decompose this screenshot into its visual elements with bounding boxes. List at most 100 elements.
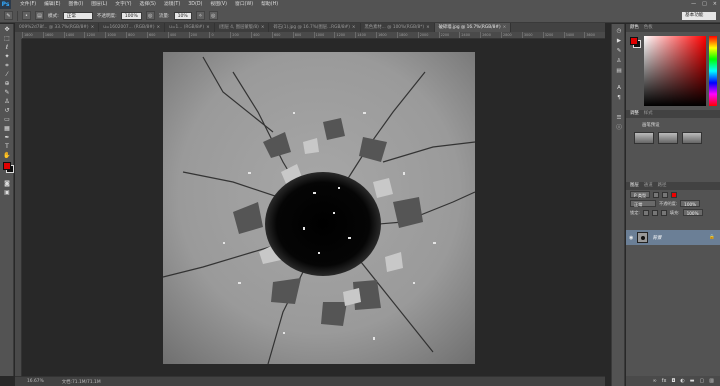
screen-mode-icon[interactable]: ▣ [2,189,12,197]
pressure-size-icon[interactable]: ◎ [208,11,218,20]
paragraph-icon[interactable]: ¶ [614,94,624,102]
menu-window[interactable]: 窗口(W) [231,0,257,9]
brush-panel-icon[interactable]: ▤ [35,11,44,20]
close-icon[interactable]: × [261,25,265,30]
hand-tool-icon[interactable]: ✋ [2,152,12,160]
foreground-color-swatch[interactable] [3,162,11,170]
marquee-tool-icon[interactable]: ⬚ [2,35,12,43]
tab-document-1[interactable]: 009%2d78f... @ 33.7%(RGB/8#) × [15,23,100,32]
airbrush-icon[interactable]: ✧ [195,11,205,20]
tab-layers[interactable]: 图层 [630,182,639,190]
brush-size-icon[interactable]: • [22,11,31,20]
menu-help[interactable]: 帮助(H) [257,0,282,9]
clone-source-icon[interactable]: ♙ [614,57,624,65]
brush-preset-1[interactable] [634,132,654,144]
link-icon[interactable]: ∞ [653,378,657,384]
minimize-button[interactable]: — [691,1,696,7]
close-icon[interactable]: × [157,25,161,30]
brush-tool-icon[interactable]: ✎ [4,11,13,20]
trash-icon[interactable]: ▥ [709,378,714,384]
mask-icon[interactable]: ◘ [671,378,675,384]
quick-mask-icon[interactable]: ◙ [2,180,12,188]
layer-name[interactable]: 背景 [652,235,661,241]
info-icon[interactable]: ⓘ [614,124,624,132]
tool-presets-icon[interactable]: ▤ [614,67,624,75]
menu-layer[interactable]: 图层(L) [87,0,111,9]
tab-styles[interactable]: 样式 [644,110,653,118]
new-layer-icon[interactable]: ▢ [700,378,705,384]
workspace-select[interactable]: 基本功能 [682,12,716,20]
menu-3d[interactable]: 3D(D) [184,0,206,9]
flow-input[interactable]: 10% [173,11,192,20]
menu-file[interactable]: 文件(F) [16,0,40,9]
menu-edit[interactable]: 编辑(E) [40,0,64,9]
zoom-level[interactable]: 16.67% [27,379,44,384]
close-icon[interactable]: × [352,25,356,30]
vertical-ruler[interactable] [15,39,22,376]
menu-image[interactable]: 图像(I) [64,0,87,9]
filter-toggle-icon[interactable] [671,191,678,198]
tab-document-3[interactable]: u=1... (RGB/8#) × [165,23,215,32]
close-icon[interactable]: × [503,25,507,30]
color-picker-field[interactable] [644,36,706,106]
layer-kind-filter[interactable]: P 类型 [630,191,651,198]
document-size[interactable]: 文档:71.1M/71.1M [62,379,101,385]
healing-brush-tool-icon[interactable]: ⊕ [2,80,12,88]
fill-input[interactable]: 100% [682,209,703,216]
mode-select[interactable]: 正常 [62,11,93,20]
tab-color[interactable]: 颜色 [630,24,639,32]
tab-document-4[interactable]: (图层 4, 图层蒙版/8) × [214,23,270,32]
history-icon[interactable]: ◷ [614,27,624,35]
tab-document-5[interactable]: 碎石(1).jpg @ 16.7%(图层...RGB/8#) × [269,23,361,32]
hue-slider[interactable] [709,36,717,106]
tab-document-active[interactable]: 破碎墙.jpg @ 16.7%(RGB/8#) × [434,23,512,32]
tab-paths[interactable]: 路径 [658,182,667,190]
close-button[interactable]: × [713,1,717,7]
document-image-shattered-wall[interactable] [163,52,475,364]
lock-pixels-icon[interactable] [642,209,649,216]
character-icon[interactable]: A [614,84,624,92]
menu-view[interactable]: 视图(V) [206,0,231,9]
close-icon[interactable]: × [206,25,210,30]
actions-icon[interactable]: ▶ [614,37,624,45]
eraser-tool-icon[interactable]: ▭ [2,116,12,124]
menu-filter[interactable]: 滤镜(T) [160,0,184,9]
maximize-button[interactable]: □ [702,1,707,7]
menu-type[interactable]: 文字(Y) [111,0,135,9]
adjustment-layer-icon[interactable]: ◐ [680,378,684,384]
gradient-tool-icon[interactable]: ▦ [2,125,12,133]
tab-swatches[interactable]: 色板 [644,24,653,32]
opacity-input[interactable]: 100% [680,200,701,207]
pen-tool-icon[interactable]: ✒ [2,134,12,142]
type-tool-icon[interactable]: T [2,143,12,151]
tab-adjustments[interactable]: 调整 [630,110,639,118]
tab-channels[interactable]: 通道 [644,182,653,190]
brush-preset-3[interactable] [682,132,702,144]
canvas-area[interactable] [22,39,605,376]
filter-pixel-icon[interactable] [653,191,660,198]
close-icon[interactable]: × [426,25,430,30]
brush-tool-icon[interactable]: ✎ [2,89,12,97]
brush-preset-2[interactable] [658,132,678,144]
tab-document-2[interactable]: u=1602007... (RGB/8#) × [99,23,166,32]
lock-all-icon[interactable] [660,209,667,216]
lock-position-icon[interactable] [651,209,658,216]
lasso-tool-icon[interactable]: ℓ [2,44,12,52]
fx-icon[interactable]: fx [662,378,667,384]
opacity-input[interactable]: 100% [120,11,142,20]
folder-icon[interactable]: ▬ [690,378,695,384]
properties-icon[interactable]: ☰ [614,114,624,122]
magic-wand-tool-icon[interactable]: ✦ [2,53,12,61]
blend-mode-select[interactable]: 正常 [630,200,656,207]
filter-adjust-icon[interactable] [662,191,669,198]
foreground-color-swatch[interactable] [630,37,638,45]
layer-row-background[interactable]: ◉ 背景 🔒 [626,230,720,245]
pressure-opacity-icon[interactable]: ◎ [145,11,155,20]
horizontal-ruler[interactable]: 1800 1600 1400 1200 1000 800 600 400 200 0 200 400 6… [22,32,605,39]
brush-presets-icon[interactable]: ✎ [614,47,624,55]
close-icon[interactable]: × [91,25,95,30]
tab-document-6[interactable]: 黑色素材... @ 100%(RGB/8*) × [360,23,435,32]
clone-stamp-tool-icon[interactable]: ♙ [2,98,12,106]
history-brush-tool-icon[interactable]: ↺ [2,107,12,115]
menu-select[interactable]: 选择(S) [136,0,160,9]
